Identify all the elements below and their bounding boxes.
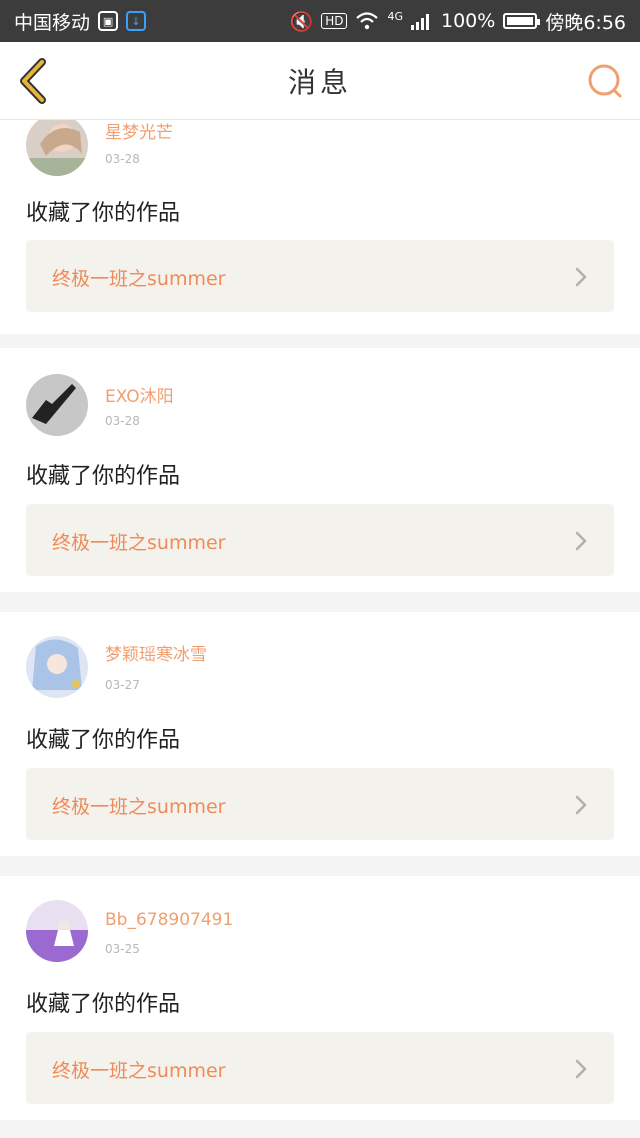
lavender-field-avatar: [26, 900, 88, 962]
work-link[interactable]: 终极一班之summer: [26, 240, 614, 312]
message-date: 03-28: [105, 152, 140, 166]
work-link[interactable]: 终极一班之summer: [26, 504, 614, 576]
chevron-right-icon: [575, 795, 587, 815]
download-notification-icon: ↓: [126, 11, 147, 31]
message-action: 收藏了你的作品: [26, 728, 181, 753]
clock: 傍晚6:56: [545, 11, 626, 34]
battery-icon: [503, 13, 541, 29]
hd-icon: HD: [321, 13, 348, 29]
status-bar-left: 中国移动 ▣ ↓: [14, 8, 147, 35]
username[interactable]: 梦颖瑶寒冰雪: [105, 640, 207, 665]
network-type: 4G: [387, 9, 403, 23]
anime-girl-avatar: [26, 636, 88, 698]
avatar[interactable]: [26, 120, 88, 176]
work-title: 终极一班之summer: [52, 1060, 226, 1082]
chevron-right-icon: [575, 531, 587, 551]
status-bar-right: 🔇 HD 4G 100% 傍晚6:56: [290, 8, 626, 35]
username[interactable]: 星梦光芒: [105, 120, 173, 143]
page-title: 消息: [287, 65, 352, 99]
message-date: 03-27: [105, 678, 140, 692]
chevron-right-icon: [575, 267, 587, 287]
search-icon[interactable]: [586, 62, 624, 100]
chevron-left-icon[interactable]: [14, 58, 54, 104]
message-card: EXO沐阳 03-28 收藏了你的作品 终极一班之summer: [0, 348, 640, 592]
work-title: 终极一班之summer: [52, 532, 226, 554]
message-card: 星梦光芒 03-28 收藏了你的作品 终极一班之summer: [0, 120, 640, 334]
wifi-icon: [356, 12, 379, 30]
nav-bar: 消息: [0, 42, 640, 120]
battery-percent: 100%: [441, 10, 496, 32]
work-title: 终极一班之summer: [52, 796, 226, 818]
message-date: 03-25: [105, 942, 140, 956]
work-link[interactable]: 终极一班之summer: [26, 1032, 614, 1104]
message-card: 梦颖瑶寒冰雪 03-27 收藏了你的作品 终极一班之summer: [0, 612, 640, 856]
message-card: Bb_678907491 03-25 收藏了你的作品 终极一班之summer: [0, 876, 640, 1120]
app-notification-icon: ▣: [98, 11, 119, 31]
message-date: 03-28: [105, 414, 140, 428]
girl-photo-avatar: [26, 120, 88, 176]
work-title: 终极一班之summer: [52, 268, 226, 290]
carrier-name: 中国移动: [14, 11, 91, 34]
avatar[interactable]: [26, 900, 88, 962]
username[interactable]: Bb_678907491: [105, 910, 233, 930]
message-action: 收藏了你的作品: [26, 201, 181, 226]
mute-icon: 🔇: [289, 10, 314, 33]
work-link[interactable]: 终极一班之summer: [26, 768, 614, 840]
message-action: 收藏了你的作品: [26, 992, 181, 1017]
status-bar: 中国移动 ▣ ↓ 🔇 HD 4G 100% 傍晚6:56: [0, 0, 640, 42]
hand-gesture-avatar: [26, 374, 88, 436]
signal-icon: [411, 14, 429, 30]
chevron-right-icon: [575, 1059, 587, 1079]
avatar[interactable]: [26, 374, 88, 436]
message-list: 星梦光芒 03-28 收藏了你的作品 终极一班之summer EXO沐阳 03-…: [0, 120, 640, 1138]
username[interactable]: EXO沐阳: [105, 382, 174, 407]
message-action: 收藏了你的作品: [26, 464, 181, 489]
avatar[interactable]: [26, 636, 88, 698]
